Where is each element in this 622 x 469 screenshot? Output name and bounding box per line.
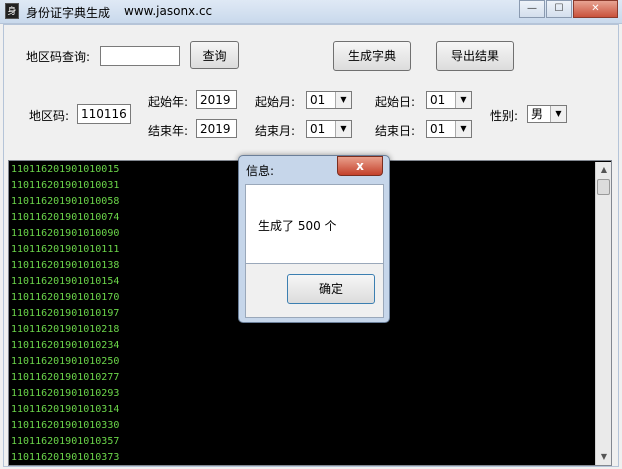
end-day-value: 01: [430, 122, 446, 136]
scroll-thumb[interactable]: [597, 179, 610, 195]
end-year-input[interactable]: 2019: [196, 119, 237, 138]
output-line: 110116201901010314: [11, 404, 120, 415]
start-month-select[interactable]: 01 ▼: [306, 91, 352, 109]
dialog-body: 生成了 500 个: [245, 184, 384, 264]
output-line: 110116201901010218: [11, 324, 120, 335]
output-line: 110116201901010138: [11, 260, 120, 271]
query-button[interactable]: 查询: [190, 41, 239, 69]
dialog-message: 生成了 500 个: [258, 219, 337, 233]
query-input[interactable]: [100, 46, 180, 66]
gender-label: 性别:: [490, 109, 519, 123]
maximize-button[interactable]: ☐: [546, 0, 572, 18]
output-line: 110116201901010058: [11, 196, 120, 207]
output-line: 110116201901010074: [11, 212, 120, 223]
start-day-select[interactable]: 01 ▼: [426, 91, 472, 109]
end-month-label: 结束月:: [255, 124, 296, 138]
info-dialog: 信息: x 生成了 500 个 确定: [238, 155, 390, 323]
dialog-title: 信息:: [246, 164, 275, 178]
chevron-down-icon[interactable]: ▼: [335, 121, 351, 137]
output-line: 110116201901010015: [11, 164, 120, 175]
output-line: 110116201901010111: [11, 244, 120, 255]
window-title: 身份证字典生成: [26, 6, 111, 20]
window-close-button[interactable]: ✕: [573, 0, 618, 18]
scroll-up-icon[interactable]: ▲: [596, 162, 612, 178]
output-line: 110116201901010154: [11, 276, 120, 287]
chevron-down-icon[interactable]: ▼: [455, 121, 471, 137]
start-day-label: 起始日:: [375, 95, 416, 109]
app-icon: 身: [5, 3, 19, 19]
window-url: www.jasonx.cc: [124, 4, 213, 18]
chevron-down-icon[interactable]: ▼: [550, 106, 566, 122]
ok-button[interactable]: 确定: [287, 274, 375, 304]
end-day-label: 结束日:: [375, 124, 416, 138]
minimize-button[interactable]: —: [519, 0, 545, 18]
output-line: 110116201901010090: [11, 228, 120, 239]
output-line: 110116201901010293: [11, 388, 120, 399]
chevron-down-icon[interactable]: ▼: [455, 92, 471, 108]
end-year-label: 结束年:: [148, 124, 189, 138]
end-month-value: 01: [310, 122, 326, 136]
generate-dict-button[interactable]: 生成字典: [333, 41, 411, 71]
output-line: 110116201901010373: [11, 452, 120, 463]
output-line: 110116201901010031: [11, 180, 120, 191]
output-scrollbar[interactable]: ▲ ▼: [595, 162, 611, 465]
start-day-value: 01: [430, 93, 446, 107]
query-label: 地区码查询:: [26, 50, 91, 64]
start-year-input[interactable]: 2019: [196, 90, 237, 109]
scroll-down-icon[interactable]: ▼: [596, 449, 612, 465]
start-year-label: 起始年:: [148, 95, 189, 109]
output-line: 110116201901010197: [11, 308, 120, 319]
gender-value: 男: [531, 107, 544, 121]
output-line: 110116201901010357: [11, 436, 120, 447]
output-line: 110116201901010277: [11, 372, 120, 383]
output-line: 110116201901010234: [11, 340, 120, 351]
output-line: 110116201901010250: [11, 356, 120, 367]
start-month-label: 起始月:: [255, 95, 296, 109]
area-code-input[interactable]: 110116: [77, 104, 131, 124]
start-month-value: 01: [310, 93, 326, 107]
area-code-label: 地区码:: [29, 109, 70, 123]
output-line: 110116201901010330: [11, 420, 120, 431]
end-month-select[interactable]: 01 ▼: [306, 120, 352, 138]
export-result-button[interactable]: 导出结果: [436, 41, 514, 71]
chevron-down-icon[interactable]: ▼: [335, 92, 351, 108]
gender-select[interactable]: 男 ▼: [527, 105, 567, 123]
dialog-close-button[interactable]: x: [337, 156, 383, 176]
end-day-select[interactable]: 01 ▼: [426, 120, 472, 138]
output-line: 110116201901010170: [11, 292, 120, 303]
